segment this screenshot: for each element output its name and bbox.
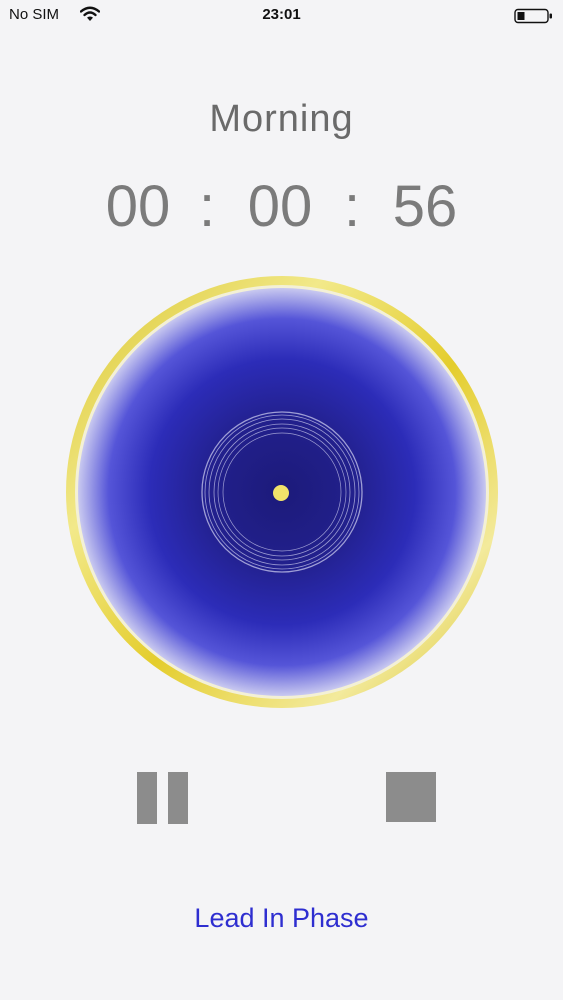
timer-separator: : bbox=[198, 174, 216, 239]
center-dot bbox=[273, 485, 289, 501]
timer-separator: : bbox=[343, 174, 361, 239]
status-bar: No SIM 23:01 bbox=[0, 0, 563, 34]
battery-icon bbox=[514, 8, 552, 24]
phase-label: Lead In Phase bbox=[194, 903, 369, 933]
pause-icon bbox=[137, 772, 157, 824]
pause-button[interactable] bbox=[137, 772, 189, 824]
pause-icon bbox=[168, 772, 188, 824]
meditation-visualizer bbox=[66, 276, 498, 708]
timer-hours: 00 bbox=[105, 174, 171, 239]
stop-button[interactable] bbox=[386, 772, 436, 822]
countdown-timer: 00 : 00 : 56 bbox=[0, 172, 563, 242]
timer-minutes: 00 bbox=[247, 174, 313, 239]
timer-seconds: 56 bbox=[392, 174, 458, 239]
session-title: Morning bbox=[209, 98, 354, 140]
status-time: 23:01 bbox=[262, 6, 301, 23]
